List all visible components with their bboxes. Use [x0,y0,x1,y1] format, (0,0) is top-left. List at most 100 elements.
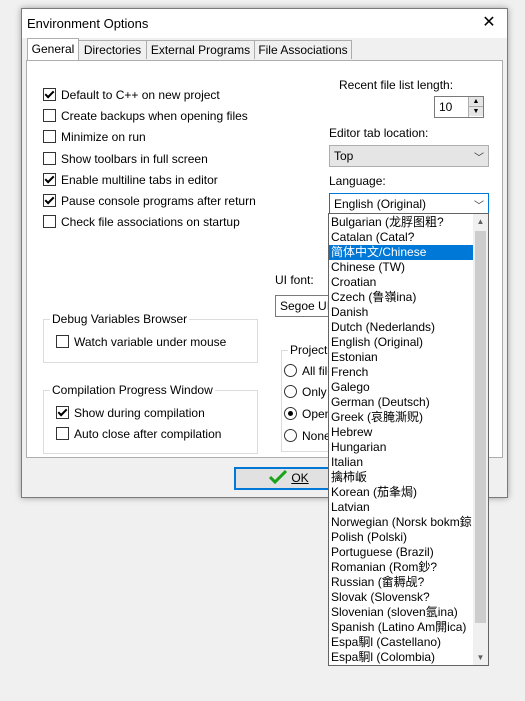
language-option[interactable]: Catalan (Catal? [329,230,473,245]
compilation-progress-title: Compilation Progress Window [50,383,215,397]
checkbox-label: Minimize on run [61,130,146,144]
checkbox-default-cpp[interactable]: Default to C++ on new project [43,87,220,103]
checkbox-box[interactable] [56,427,69,440]
language-option[interactable]: German (Deutsch) [329,395,473,410]
tab-general[interactable]: General [27,38,79,60]
editor-tab-location-label: Editor tab location: [329,126,429,140]
tab-directories[interactable]: Directories [78,40,147,59]
checkbox-box[interactable] [43,173,56,186]
checkbox-toolbars-fullscreen[interactable]: Show toolbars in full screen [43,151,208,167]
checkbox-multiline-tabs[interactable]: Enable multiline tabs in editor [43,172,218,188]
radio-only-first[interactable]: Only f [284,384,333,400]
checkbox-box[interactable] [43,215,56,228]
radio-label: None [302,429,331,443]
language-option[interactable]: Slovenian (sloven氬ina) [329,605,473,620]
scrollbar-thumb[interactable] [475,231,486,623]
checkbox-label: Pause console programs after return [61,194,256,208]
debug-variables-title: Debug Variables Browser [50,312,190,326]
compilation-progress-group: Compilation Progress Window Show during … [43,383,258,454]
radio-button[interactable] [284,364,297,377]
language-dropdown-list[interactable]: Bulgarian (龙脬图粗? Catalan (Catal? 简体中文/Chin… [328,213,489,666]
checkbox-box[interactable] [56,335,69,348]
checkbox-box[interactable] [43,109,56,122]
language-option[interactable]: Slovak (Slovensk? [329,590,473,605]
scroll-up-icon[interactable]: ▲ [473,214,488,229]
language-option[interactable]: Polish (Polski) [329,530,473,545]
checkbox-show-during-compilation[interactable]: Show during compilation [56,405,205,421]
language-option[interactable]: Dutch (Nederlands) [329,320,473,335]
language-option[interactable]: Hungarian [329,440,473,455]
recent-file-length-label: Recent file list length: [339,78,454,92]
language-option[interactable]: Portuguese (Brazil) [329,545,473,560]
language-option[interactable]: Estonian [329,350,473,365]
language-option[interactable]: 简体中文/Chinese [329,245,473,260]
radio-none[interactable]: None [284,428,331,444]
spin-down-icon[interactable]: ▼ [469,106,483,116]
language-option[interactable]: Czech (鲁嶺ina) [329,290,473,305]
checkbox-create-backups[interactable]: Create backups when opening files [43,108,248,124]
checkbox-box[interactable] [43,194,56,207]
checkmark-icon [269,469,288,485]
language-select[interactable]: English (Original) ﹀ [329,193,489,215]
checkbox-pause-console[interactable]: Pause console programs after return [43,193,256,209]
language-option[interactable]: Chinese (TW) [329,260,473,275]
checkbox-label: Show toolbars in full screen [61,152,208,166]
language-label: Language: [329,174,386,188]
radio-button[interactable] [284,385,297,398]
checkbox-label: Default to C++ on new project [61,88,220,102]
checkbox-watch-variable[interactable]: Watch variable under mouse [56,334,226,350]
checkbox-file-associations[interactable]: Check file associations on startup [43,214,240,230]
checkbox-label: Show during compilation [74,406,205,420]
window-title: Environment Options [27,16,149,31]
language-option[interactable]: 擒柿岅 [329,470,473,485]
checkbox-box[interactable] [43,130,56,143]
language-option[interactable]: Greek (哀腌澌贶) [329,410,473,425]
checkbox-label: Check file associations on startup [61,215,240,229]
chevron-down-icon: ﹀ [474,153,484,164]
tab-file-associations[interactable]: File Associations [254,40,352,59]
language-value: English (Original) [334,197,427,211]
tab-external-programs[interactable]: External Programs [146,40,255,59]
language-option[interactable]: Norwegian (Norsk bokm鍄 [329,515,473,530]
radio-all-files[interactable]: All file [284,363,334,379]
language-option[interactable]: Russian (畲耨觇? [329,575,473,590]
title-bar: Environment Options ✕ [22,9,507,38]
scroll-down-icon[interactable]: ▼ [473,650,488,665]
ui-font-value: Segoe UI [280,299,331,313]
editor-tab-location-value: Top [334,149,354,163]
language-option[interactable]: Romanian (Rom鈔? [329,560,473,575]
language-option[interactable]: French [329,365,473,380]
checkbox-box[interactable] [56,406,69,419]
checkbox-label: Enable multiline tabs in editor [61,173,218,187]
language-option[interactable]: Danish [329,305,473,320]
spinner-buttons: ▲ ▼ [468,97,483,117]
language-option[interactable]: Galego [329,380,473,395]
language-option[interactable]: Bulgarian (龙脬图粗? [329,215,473,230]
radio-button[interactable] [284,407,297,420]
checkbox-minimize-on-run[interactable]: Minimize on run [43,129,146,145]
checkbox-label: Auto close after compilation [74,427,222,441]
language-option[interactable]: Espa駉l (Colombia) [329,650,473,665]
language-option[interactable]: Korean (茄夆焗) [329,485,473,500]
language-option[interactable]: Spanish (Latino Am閞ica) [329,620,473,635]
spin-up-icon[interactable]: ▲ [469,97,483,106]
close-icon[interactable]: ✕ [477,11,501,35]
recent-file-length-spinner[interactable]: 10 ▲ ▼ [434,96,484,118]
radio-button[interactable] [284,429,297,442]
checkbox-label: Watch variable under mouse [74,335,227,349]
ok-label: OK [291,471,309,485]
checkbox-label: Create backups when opening files [61,109,248,123]
language-option[interactable]: Espa駉l (Castellano) [329,635,473,650]
language-option[interactable]: Italian [329,455,473,470]
language-option[interactable]: English (Original) [329,335,473,350]
ui-font-label: UI font: [275,273,314,287]
checkbox-box[interactable] [43,88,56,101]
chevron-down-icon: ﹀ [474,201,484,212]
scrollbar[interactable]: ▲ ▼ [473,214,488,665]
editor-tab-location-select[interactable]: Top ﹀ [329,145,489,167]
language-option[interactable]: Hebrew [329,425,473,440]
checkbox-box[interactable] [43,152,56,165]
checkbox-auto-close[interactable]: Auto close after compilation [56,426,221,442]
language-option[interactable]: Croatian [329,275,473,290]
language-option[interactable]: Latvian [329,500,473,515]
